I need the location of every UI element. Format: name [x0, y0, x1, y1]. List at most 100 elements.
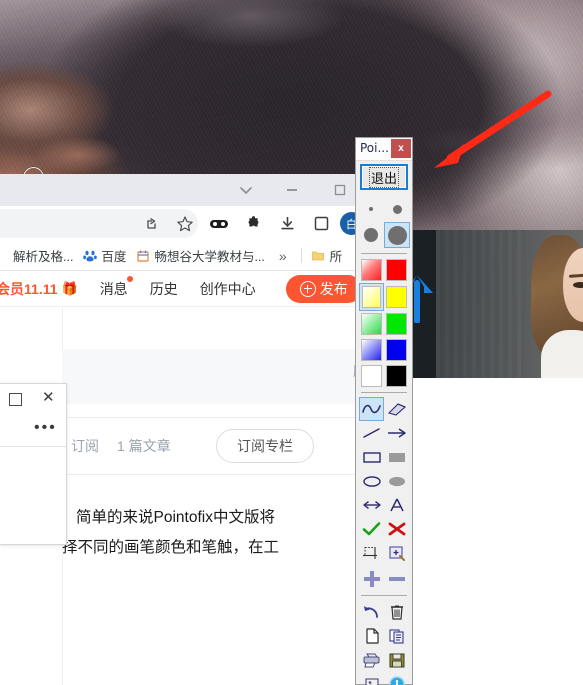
close-button[interactable]: x [391, 139, 411, 158]
glasses-icon[interactable] [208, 213, 230, 235]
zoom-in-button[interactable] [359, 567, 384, 591]
color-palette [356, 257, 412, 389]
new-page-button[interactable] [359, 624, 384, 648]
bookmark-star-icon[interactable] [174, 213, 196, 235]
freehand-pen-tool[interactable] [359, 397, 384, 421]
baidu-icon [82, 248, 97, 263]
color-blue[interactable] [384, 337, 409, 363]
line-tool[interactable] [359, 421, 384, 445]
minimize-button[interactable] [270, 174, 314, 206]
info-button[interactable] [384, 672, 409, 685]
bookmarks-bar: 解析及格... 百度 畅想谷大学教材与... » 所 [0, 241, 413, 271]
delete-all-button[interactable] [384, 600, 409, 624]
square-icon[interactable] [9, 393, 22, 406]
color-swatch [361, 259, 382, 281]
person-eye [573, 282, 583, 288]
dot-icon [387, 225, 407, 245]
color-red[interactable] [384, 257, 409, 283]
nav-label: 消息 [99, 280, 128, 297]
color-white[interactable] [359, 363, 384, 389]
dot-icon [369, 207, 373, 211]
color-swatch [386, 365, 407, 387]
double-arrow-tool[interactable] [359, 493, 384, 517]
brush-size-m[interactable] [358, 222, 384, 248]
divider [361, 595, 407, 596]
article-count: 1 篇文章 [117, 438, 171, 454]
text-tool[interactable] [384, 493, 409, 517]
bookmarks-overflow-button[interactable]: » [274, 248, 292, 264]
ellipse-outline-tool[interactable] [359, 469, 384, 493]
side-panel-icon[interactable] [310, 213, 332, 235]
exit-button-wrap: 退出 [356, 161, 412, 192]
crop-tool[interactable] [359, 541, 384, 565]
bookmark-folder[interactable]: 所 [311, 246, 342, 265]
close-icon[interactable]: ✕ [42, 390, 55, 405]
site-navigation-bar: 会员11.11 🎁 消息 历史 创作中心 发布 [0, 271, 413, 307]
nav-item-history[interactable]: 历史 [150, 279, 178, 299]
action-group [356, 599, 412, 685]
brush-size-xs[interactable] [358, 196, 384, 222]
downloads-icon[interactable] [276, 213, 298, 235]
nav-item-messages[interactable]: 消息 [99, 275, 133, 299]
rectangle-outline-tool[interactable] [359, 445, 384, 469]
red-arrow-annotation [420, 90, 555, 170]
eraser-tool[interactable] [384, 397, 409, 421]
brush-size-s[interactable] [384, 196, 410, 222]
article-text: 简单的来说Pointofix中文版将 择不同的画笔颜色和笔触，在工 [62, 503, 397, 563]
exit-label: 退出 [368, 166, 400, 188]
zoom-region-tool[interactable] [384, 541, 409, 565]
divider [361, 253, 407, 254]
color-yellow-gradient[interactable] [359, 283, 384, 311]
color-yellow[interactable] [384, 283, 409, 311]
bookmark-item[interactable]: 解析及格... [0, 246, 73, 265]
bookmark-item[interactable]: 畅想谷大学教材与... [135, 246, 265, 265]
color-black[interactable] [384, 363, 409, 389]
rectangle-filled-tool[interactable] [384, 445, 409, 469]
image-button[interactable] [359, 672, 384, 685]
subscription-card: 订阅 1 篇文章 订阅专栏 [62, 417, 393, 475]
share-icon[interactable] [140, 213, 162, 235]
ellipse-filled-tool[interactable] [384, 469, 409, 493]
screen: 白 解析及格... 百度 畅想谷大学教材与... » 所 会员11.11 🎁 消… [0, 0, 583, 685]
save-button[interactable] [384, 648, 409, 672]
mini-floating-window: ✕ ••• [0, 383, 67, 545]
color-green-gradient[interactable] [359, 311, 384, 337]
brush-size-l[interactable] [384, 222, 410, 248]
color-swatch [362, 286, 381, 308]
dot-icon [392, 204, 402, 214]
brush-size-group [356, 192, 412, 250]
nav-item-creator-center[interactable]: 创作中心 [200, 279, 256, 299]
vip-link[interactable]: 会员11.11 🎁 [0, 279, 78, 299]
article-line: 简单的来说Pointofix中文版将 [76, 509, 275, 526]
undo-button[interactable] [359, 600, 384, 624]
zoom-out-button[interactable] [384, 567, 409, 591]
copyright-card: 版权 [62, 349, 393, 404]
color-red-gradient[interactable] [359, 257, 384, 283]
exit-button[interactable]: 退出 [360, 164, 408, 190]
color-swatch [386, 259, 407, 281]
color-blue-gradient[interactable] [359, 337, 384, 363]
subscribe-text: 订阅 [71, 438, 99, 454]
browser-titlebar [0, 174, 413, 206]
extensions-puzzle-icon[interactable] [242, 213, 264, 235]
calendar-icon [135, 248, 150, 263]
browser-toolbar: 白 [0, 206, 413, 241]
ellipsis-icon[interactable]: ••• [34, 420, 57, 436]
vip-label: 会员11.11 [0, 280, 58, 297]
pointofix-titlebar: Poi... x [356, 138, 412, 161]
arrow-tool[interactable] [384, 421, 409, 445]
color-green[interactable] [384, 311, 409, 337]
subscribe-column-button[interactable]: 订阅专栏 [216, 429, 314, 463]
bookmark-item[interactable]: 百度 [82, 246, 126, 265]
chevron-down-icon[interactable] [224, 174, 268, 206]
checkmark-tool[interactable] [359, 517, 384, 541]
zoom-action-group [356, 566, 412, 592]
color-swatch [386, 339, 407, 361]
print-button[interactable] [359, 648, 384, 672]
divider [361, 392, 407, 393]
copy-button[interactable] [384, 624, 409, 648]
publish-button[interactable]: 发布 [285, 274, 362, 303]
mini-window-titlebar: ✕ [0, 384, 66, 413]
cross-mark-tool[interactable] [384, 517, 409, 541]
nav-label: 历史 [149, 280, 178, 297]
